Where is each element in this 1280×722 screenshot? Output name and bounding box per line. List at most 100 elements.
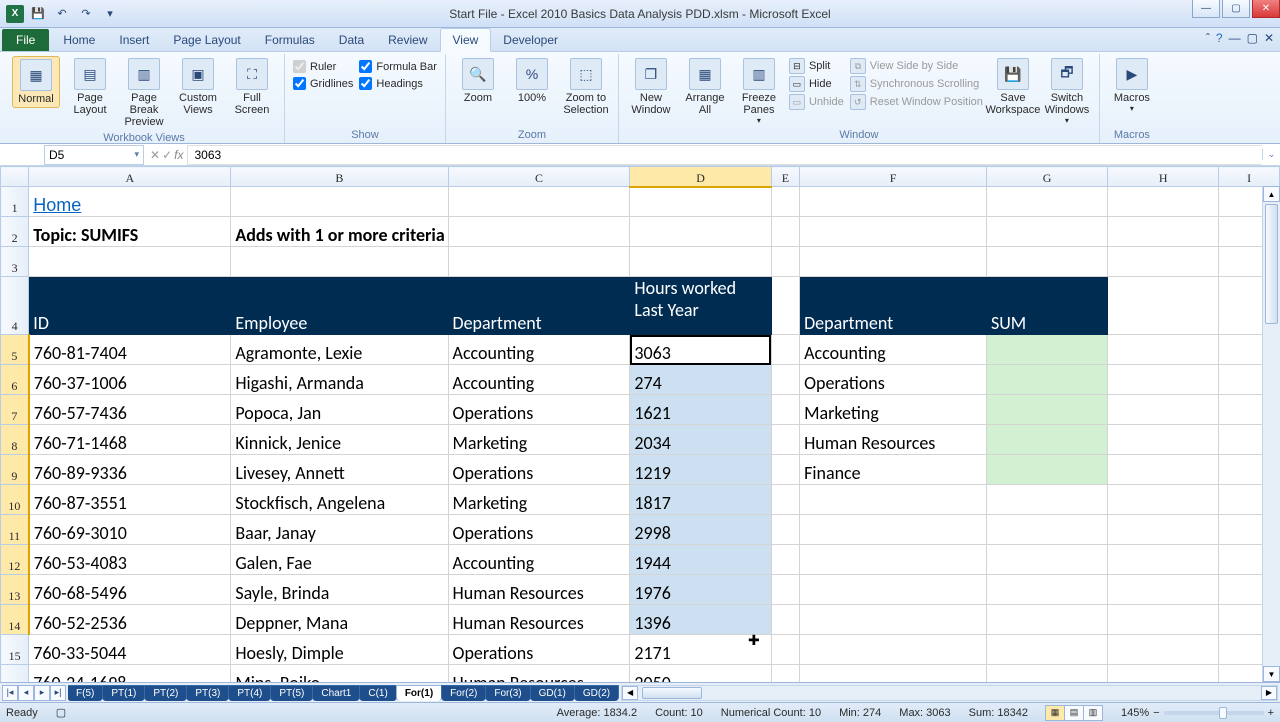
cell[interactable]: Baar, Janay [231,515,448,545]
freeze-panes-button[interactable]: ▥Freeze Panes▾ [735,56,783,127]
cell[interactable] [986,425,1107,455]
cell[interactable] [1108,485,1219,515]
cell[interactable]: 1944 [630,545,771,575]
undo-icon[interactable]: ↶ [52,4,72,24]
cell[interactable] [800,187,987,217]
sheet-tab[interactable]: C(1) [359,685,396,701]
cell[interactable] [986,365,1107,395]
cell[interactable]: Higashi, Armanda [231,365,448,395]
cell[interactable] [800,515,987,545]
file-tab[interactable]: File [2,29,49,51]
cell[interactable]: Operations [448,515,630,545]
cell[interactable]: 1621 [630,395,771,425]
tab-developer[interactable]: Developer [491,29,570,51]
cell[interactable]: Agramonte, Lexie [231,335,448,365]
hide-button[interactable]: ▭Hide [789,76,844,92]
row-header[interactable]: 9 [1,455,29,485]
doc-close-icon[interactable]: ✕ [1264,31,1274,45]
cell[interactable]: Popoca, Jan [231,395,448,425]
cell[interactable]: Marketing [800,395,987,425]
row-header[interactable]: 4 [1,277,29,335]
cell[interactable] [29,247,231,277]
custom-views-button[interactable]: ▣Custom Views [174,56,222,118]
cell[interactable]: 1219 [630,455,771,485]
sheet-tab[interactable]: F(5) [68,685,103,701]
page-break-button[interactable]: ▥Page Break Preview [120,56,168,130]
cell[interactable] [771,335,799,365]
worksheet-grid[interactable]: A B C D E F G H I 1Home2Topic: SUMIFSAdd… [0,166,1280,682]
page-layout-button[interactable]: ▤Page Layout [66,56,114,118]
tab-first-icon[interactable]: |◂ [2,685,18,701]
cell[interactable]: Hoesly, Dimple [231,635,448,665]
minimize-button[interactable]: — [1192,0,1220,18]
cell[interactable] [986,605,1107,635]
row-header[interactable]: 8 [1,425,29,455]
formula-input[interactable]: 3063 [187,145,1262,165]
cell[interactable] [800,545,987,575]
cell[interactable]: 760-68-5496 [29,575,231,605]
sheet-tab[interactable]: PT(4) [228,685,271,701]
gridlines-checkbox[interactable]: Gridlines [293,77,353,90]
cell[interactable]: Human Resources [448,665,630,683]
row-header[interactable]: 3 [1,247,29,277]
cell[interactable] [986,455,1107,485]
cell[interactable] [800,247,987,277]
formula-bar-checkbox[interactable]: Formula Bar [359,60,437,73]
cell[interactable]: Marketing [448,425,630,455]
cell[interactable] [231,187,448,217]
sheet-tab[interactable]: For(1) [396,685,442,701]
tab-prev-icon[interactable]: ◂ [18,685,34,701]
cell[interactable]: Finance [800,455,987,485]
cell[interactable] [231,247,448,277]
cell[interactable]: 760-87-3551 [29,485,231,515]
cell[interactable] [800,217,987,247]
zoom-control[interactable]: 145% − + [1121,707,1274,719]
headings-checkbox[interactable]: Headings [359,77,437,90]
cell[interactable] [771,217,799,247]
doc-restore-icon[interactable]: ▢ [1247,31,1258,45]
scroll-thumb[interactable] [1265,204,1278,324]
cell[interactable] [1108,335,1219,365]
zoom-100-button[interactable]: %100% [508,56,556,106]
cell[interactable] [448,187,630,217]
help-icon[interactable]: ? [1216,31,1223,45]
tab-last-icon[interactable]: ▸| [50,685,66,701]
col-header[interactable]: C [448,167,630,187]
cell[interactable] [1108,455,1219,485]
sheet-tab[interactable]: For(2) [441,685,486,701]
arrange-all-button[interactable]: ▦Arrange All [681,56,729,118]
cell[interactable] [771,455,799,485]
tab-data[interactable]: Data [327,29,376,51]
cell[interactable]: Department [800,277,987,335]
full-screen-button[interactable]: ⛶Full Screen [228,56,276,118]
cell[interactable]: 274 [630,365,771,395]
tab-next-icon[interactable]: ▸ [34,685,50,701]
col-header[interactable]: A [29,167,231,187]
cell[interactable]: Operations [448,395,630,425]
cell[interactable] [771,515,799,545]
cell[interactable]: Marketing [448,485,630,515]
cell[interactable]: Employee [231,277,448,335]
cell[interactable]: Human Resources [800,425,987,455]
cell[interactable]: 2034 [630,425,771,455]
cell[interactable] [1108,515,1219,545]
row-header[interactable]: 1 [1,187,29,217]
cell[interactable] [1108,665,1219,683]
cell[interactable]: 760-69-3010 [29,515,231,545]
zoom-level[interactable]: 145% [1121,707,1149,719]
page-break-view-icon[interactable]: ▥ [1083,705,1103,721]
cell[interactable] [1108,545,1219,575]
ruler-checkbox[interactable]: Ruler [293,60,353,73]
select-all-corner[interactable] [1,167,29,187]
scroll-up-icon[interactable]: ▲ [1263,186,1280,202]
cell[interactable]: Home [29,187,231,217]
zoom-button[interactable]: 🔍Zoom [454,56,502,106]
cell[interactable] [630,217,771,247]
cell[interactable]: 2998 [630,515,771,545]
row-header[interactable]: 6 [1,365,29,395]
cell[interactable] [1108,277,1219,335]
cell[interactable] [448,247,630,277]
sheet-tab[interactable]: GD(1) [530,685,575,701]
maximize-button[interactable]: ▢ [1222,0,1250,18]
cell[interactable]: Stockfisch, Angelena [231,485,448,515]
